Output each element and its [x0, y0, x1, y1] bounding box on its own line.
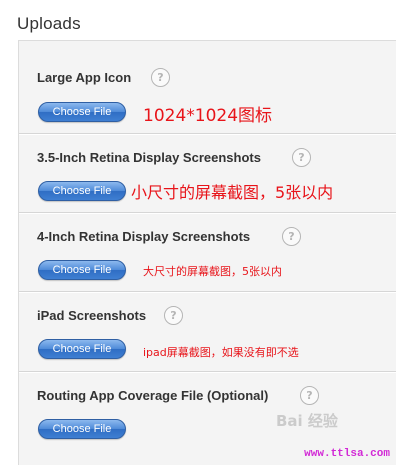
site-url-watermark: www.ttlsa.com [304, 448, 390, 460]
uploads-panel: Large App Icon ? Choose File 1024*1024图标… [18, 40, 396, 465]
choose-file-button[interactable]: Choose File [38, 260, 126, 280]
screenshots-35-label: 3.5-Inch Retina Display Screenshots [37, 150, 261, 165]
upload-section-35-inch: 3.5-Inch Retina Display Screenshots ? Ch… [19, 134, 396, 214]
upload-section-ipad: iPad Screenshots ? Choose File ipad屏幕截图，… [19, 292, 396, 372]
help-icon[interactable]: ? [164, 306, 183, 325]
annotation-note: 大尺寸的屏幕截图，5张以内 [143, 265, 282, 278]
help-icon[interactable]: ? [300, 386, 319, 405]
choose-file-button[interactable]: Choose File [38, 419, 126, 439]
large-app-icon-label: Large App Icon [37, 70, 132, 85]
choose-file-button[interactable]: Choose File [38, 181, 126, 201]
upload-section-4-inch: 4-Inch Retina Display Screenshots ? Choo… [19, 213, 396, 293]
annotation-note: 小尺寸的屏幕截图，5张以内 [131, 183, 334, 202]
screenshots-4-label: 4-Inch Retina Display Screenshots [37, 229, 251, 244]
help-icon[interactable]: ? [282, 227, 301, 246]
choose-file-button[interactable]: Choose File [38, 102, 126, 122]
annotation-note: 1024*1024图标 [143, 106, 273, 126]
help-icon[interactable]: ? [292, 148, 311, 167]
upload-section-large-app-icon: Large App Icon ? Choose File 1024*1024图标 [19, 41, 396, 126]
page-title: Uploads [17, 14, 81, 33]
routing-app-coverage-label: Routing App Coverage File (Optional) [37, 388, 269, 403]
help-icon[interactable]: ? [151, 68, 170, 87]
baidu-watermark: Bai 经验 [276, 412, 338, 430]
annotation-note: ipad屏幕截图，如果没有即不选 [143, 346, 299, 359]
ipad-screenshots-label: iPad Screenshots [37, 308, 147, 323]
choose-file-button[interactable]: Choose File [38, 339, 126, 359]
